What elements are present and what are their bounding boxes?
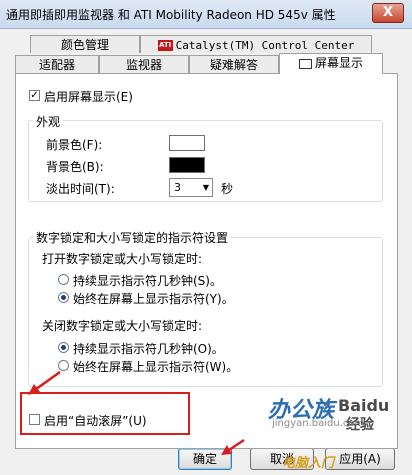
foreground-color-button[interactable]	[169, 135, 205, 151]
foreground-label: 前景色(F):	[46, 138, 103, 152]
chevron-down-icon: ▼	[202, 183, 209, 192]
lock-indicator-title: 数字锁定和大小写锁定的指示符设置	[33, 229, 232, 246]
lock-on-option-seconds: 持续显示指示符几秒钟(S)。	[73, 274, 222, 288]
tab-label: 监视器	[125, 58, 162, 72]
apply-label: 应用(A)	[339, 452, 381, 466]
tab-monitor[interactable]: 监视器	[99, 55, 189, 73]
apply-button[interactable]: 应用(A)	[325, 448, 395, 470]
red-arrow-icon	[221, 438, 245, 455]
tab-osd[interactable]: 屏幕显示	[279, 53, 383, 74]
close-icon: X	[382, 5, 394, 20]
lock-on-radio-always[interactable]	[58, 292, 69, 303]
watermark-url: jingyan.baidu.com	[272, 418, 365, 429]
fade-time-select[interactable]: 3 ▼	[169, 178, 213, 197]
ok-label: 确定	[192, 452, 217, 466]
tab-label: 屏幕显示	[314, 56, 363, 70]
tab-label: Catalyst(TM) Control Center	[175, 39, 355, 52]
monitor-icon	[298, 58, 312, 69]
watermark-baidu: Baidu	[338, 396, 390, 415]
background-color-button[interactable]	[169, 157, 205, 173]
watermark-caption: 电脑入门	[282, 456, 335, 471]
lock-off-label: 关闭数字锁定或大小写锁定时:	[42, 319, 203, 333]
lock-off-radio-seconds[interactable]	[58, 342, 69, 353]
title-bar: 通用即插即用监视器 和 ATI Mobility Radeon HD 545v …	[0, 0, 412, 29]
tab-adapter[interactable]: 适配器	[15, 55, 99, 73]
fade-time-label: 淡出时间(T):	[46, 182, 115, 196]
lock-on-radio-seconds[interactable]	[58, 274, 69, 285]
tab-color-management[interactable]: 颜色管理	[30, 35, 140, 53]
radio-dot	[61, 295, 66, 300]
radio-dot	[61, 345, 66, 350]
tab-troubleshoot[interactable]: 疑难解答	[189, 55, 279, 73]
close-button[interactable]: X	[372, 3, 404, 23]
appearance-title: 外观	[33, 113, 64, 130]
lock-off-option-seconds: 持续显示指示符几秒钟(O)。	[73, 342, 224, 356]
lock-on-option-always: 始终在屏幕上显示指示符(Y)。	[73, 292, 234, 306]
lock-off-option-always: 始终在屏幕上显示指示符(W)。	[73, 360, 239, 374]
tab-label: 疑难解答	[209, 58, 258, 72]
enable-osd-label: 启用屏幕显示(E)	[44, 90, 133, 104]
enable-osd-checkbox[interactable]: ✓	[29, 90, 40, 101]
background-label: 背景色(B):	[46, 160, 104, 174]
red-arrow-icon	[28, 370, 61, 395]
fade-unit: 秒	[221, 182, 234, 196]
tab-label: 颜色管理	[60, 38, 109, 52]
ati-logo-icon: ATI	[157, 40, 173, 51]
tab-catalyst[interactable]: ATI Catalyst(TM) Control Center	[140, 35, 372, 53]
window-title: 通用即插即用监视器 和 ATI Mobility Radeon HD 545v …	[6, 8, 336, 22]
tab-label: 适配器	[38, 58, 75, 72]
fade-time-value: 3	[174, 181, 181, 194]
lock-on-label: 打开数字锁定或大小写锁定时:	[42, 252, 203, 266]
